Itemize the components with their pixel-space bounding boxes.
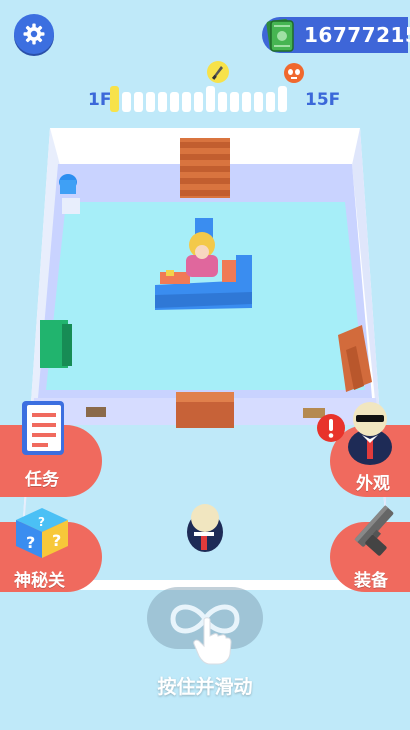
floor-segment: [218, 92, 227, 112]
floor-segment: [242, 92, 251, 112]
alien-skull-icon: [284, 63, 304, 83]
settings-button[interactable]: [14, 14, 54, 54]
floor-segment: [170, 92, 179, 112]
floor-segment: [158, 92, 167, 112]
cash-stack-icon: [266, 19, 294, 52]
gear-icon: [23, 23, 45, 45]
floor-progress-bar: [110, 86, 287, 112]
floor-segment: [122, 92, 131, 112]
mystery-level-label: 神秘关: [14, 571, 65, 591]
floor-end-label: 15F: [305, 90, 341, 110]
pointing-hand-icon: [193, 617, 232, 665]
task-notebook-icon: [22, 401, 64, 455]
floor-segment: [230, 92, 239, 112]
svg-text:?: ?: [26, 533, 35, 552]
tasks-button[interactable]: 任务: [0, 401, 102, 497]
mystery-level-button[interactable]: ? ? ? 神秘关: [0, 508, 102, 592]
pistol-icon: [354, 505, 394, 556]
alert-badge-icon: [317, 414, 345, 442]
appearance-label: 外观: [356, 474, 390, 494]
swipe-hint-text: 按住并滑动: [157, 676, 253, 698]
floor-start-label: 1F: [88, 90, 112, 110]
floor-segment: [134, 92, 143, 112]
equipment-label: 装备: [354, 571, 388, 591]
money-value: 16777215: [304, 23, 410, 47]
knife-icon: [207, 61, 229, 83]
green-locker: [40, 320, 72, 368]
floor-segment: [194, 92, 203, 112]
floor-segment: [266, 92, 275, 112]
svg-text:?: ?: [38, 515, 45, 529]
equipment-button[interactable]: 装备: [330, 505, 410, 592]
floor-segment: [254, 92, 263, 112]
tasks-label: 任务: [25, 470, 59, 490]
stairs-top: [180, 138, 230, 198]
floor-segment: [182, 92, 191, 112]
rug-left: [86, 407, 106, 417]
floor-segment: [278, 86, 287, 112]
floor-segment: [206, 86, 215, 112]
agent-avatar-icon: [348, 402, 392, 465]
floor-segment: [110, 86, 119, 112]
mystery-box-icon: ? ? ?: [16, 508, 68, 558]
svg-text:?: ?: [52, 531, 61, 550]
floor-segment: [146, 92, 155, 112]
